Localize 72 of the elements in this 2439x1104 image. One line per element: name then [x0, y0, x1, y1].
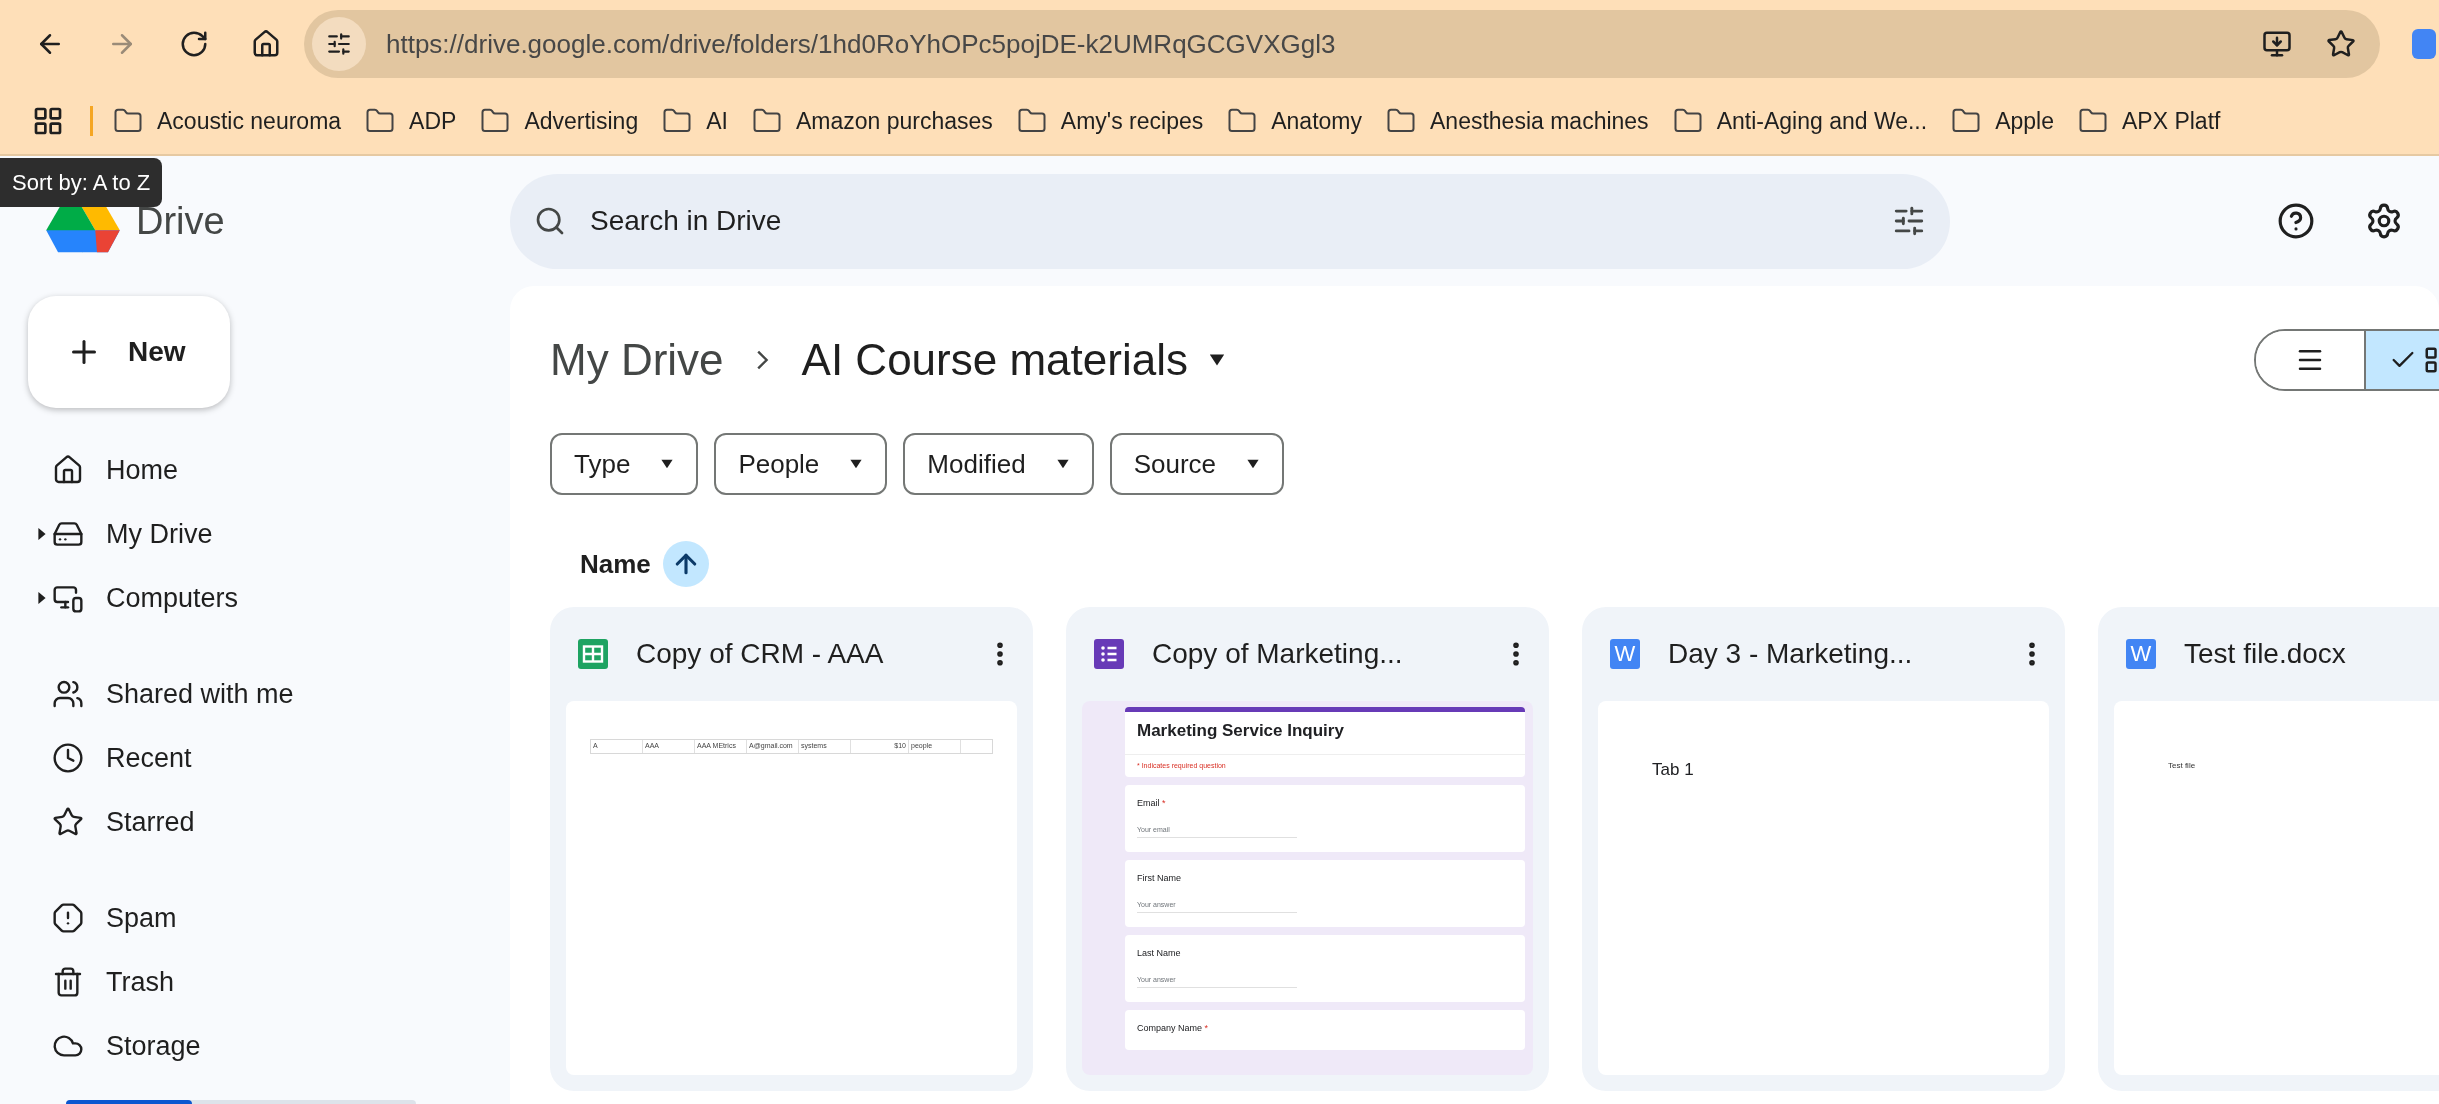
- home-icon: [52, 454, 84, 486]
- home-icon: [251, 29, 281, 59]
- url-text: https://drive.google.com/drive/folders/1hd0RoYhOPc5pojDE-k2UMRqGCGVXGgl3: [386, 27, 1336, 61]
- arrow-up-icon[interactable]: [662, 541, 709, 587]
- filter-chip[interactable]: Modified: [903, 433, 1094, 495]
- bookmark[interactable]: ADP: [365, 103, 457, 139]
- clock-icon: [52, 742, 84, 774]
- form-icon: [1094, 639, 1124, 669]
- current-folder[interactable]: AI Course materials: [801, 327, 1226, 393]
- spreadsheet-icon: [578, 639, 608, 669]
- breadcrumb-link[interactable]: My Drive: [550, 327, 724, 393]
- bookmark[interactable]: AI: [662, 103, 728, 139]
- search-field[interactable]: Search in Drive: [590, 191, 1892, 251]
- settings-icon[interactable]: [2365, 202, 2403, 240]
- help-icon[interactable]: [2277, 202, 2315, 240]
- bookmark[interactable]: Apple: [1951, 103, 2054, 139]
- extension-icon[interactable]: [2412, 29, 2436, 59]
- list-view-button[interactable]: [2256, 331, 2366, 389]
- tooltip: Sort by: A to Z: [0, 158, 163, 207]
- file-name: Copy of CRM - AAA: [636, 637, 885, 671]
- search-icon[interactable]: [534, 205, 566, 237]
- question-label: Company Name *: [1137, 1022, 1210, 1035]
- filter-chip[interactable]: Type: [550, 433, 699, 495]
- expand-arrow-icon[interactable]: [38, 592, 46, 604]
- search-bar[interactable]: Search in Drive: [510, 173, 1950, 269]
- bookmark[interactable]: Anti-Aging and We...: [1672, 103, 1928, 139]
- bookmark[interactable]: Advertising: [480, 103, 639, 139]
- sidebar-item[interactable]: Shared with me: [52, 666, 314, 722]
- file-name: Test file.docx: [2184, 637, 2347, 671]
- people-icon: [52, 678, 84, 710]
- address-bar[interactable]: https://drive.google.com/drive/folders/1hd0RoYhOPc5pojDE-k2UMRqGCGVXGgl3: [304, 10, 2380, 78]
- word-document-icon: W: [1610, 639, 1640, 669]
- reload-icon: [179, 29, 209, 59]
- star-icon: [52, 806, 84, 838]
- document-text: Tab 1: [1652, 760, 1694, 779]
- sort-button[interactable]: Name: [580, 544, 651, 584]
- sidebar-item[interactable]: Home: [52, 442, 199, 498]
- sidebar-item[interactable]: Recent: [52, 730, 212, 786]
- bookmark[interactable]: Anatomy: [1227, 103, 1362, 139]
- form-title: Marketing Service Inquiry: [1125, 712, 1525, 755]
- trash-icon: [52, 966, 84, 998]
- word-document-icon: W: [2126, 639, 2156, 669]
- site-info-icon[interactable]: [312, 17, 366, 71]
- question-label: First Name: [1137, 872, 1182, 885]
- sidebar-item[interactable]: Storage: [52, 1018, 221, 1074]
- sidebar-item[interactable]: Spam: [52, 890, 197, 946]
- file-name: Copy of Marketing...: [1152, 637, 1404, 671]
- filter-chip[interactable]: People: [714, 433, 888, 495]
- bookmark[interactable]: APX Platf: [2078, 103, 2221, 139]
- alert-icon: [52, 902, 84, 934]
- sidebar-item[interactable]: Computers: [52, 570, 259, 626]
- new-button[interactable]: New: [28, 296, 230, 408]
- bookmark-star-icon[interactable]: [2326, 29, 2356, 59]
- bookmark[interactable]: Anesthesia machines: [1386, 103, 1649, 139]
- filter-options-icon[interactable]: [1892, 204, 1926, 238]
- file-card[interactable]: W Day 3 - Marketing... Tab 1: [1582, 607, 2065, 1091]
- file-name: Day 3 - Marketing...: [1668, 637, 1914, 671]
- install-app-icon[interactable]: [2262, 29, 2292, 59]
- filter-chip[interactable]: Source: [1109, 433, 1284, 495]
- breadcrumb-separator-icon: [756, 350, 769, 370]
- bookmark[interactable]: Amazon purchases: [751, 103, 993, 139]
- sidebar-item[interactable]: Trash: [52, 954, 194, 1010]
- expand-arrow-icon[interactable]: [38, 528, 46, 540]
- bookmark[interactable]: Amy's recipes: [1016, 103, 1204, 139]
- question-label: Email *: [1137, 797, 1167, 810]
- bookmark[interactable]: Acoustic neuroma: [113, 103, 342, 139]
- apps-icon[interactable]: [32, 105, 64, 137]
- file-card[interactable]: W Test file.docx Test file: [2098, 607, 2439, 1091]
- document-text: Test file: [2168, 761, 2196, 770]
- sidebar-item[interactable]: My Drive: [52, 506, 233, 562]
- sidebar-item[interactable]: Starred: [52, 794, 215, 850]
- question-label: Last Name: [1137, 947, 1182, 960]
